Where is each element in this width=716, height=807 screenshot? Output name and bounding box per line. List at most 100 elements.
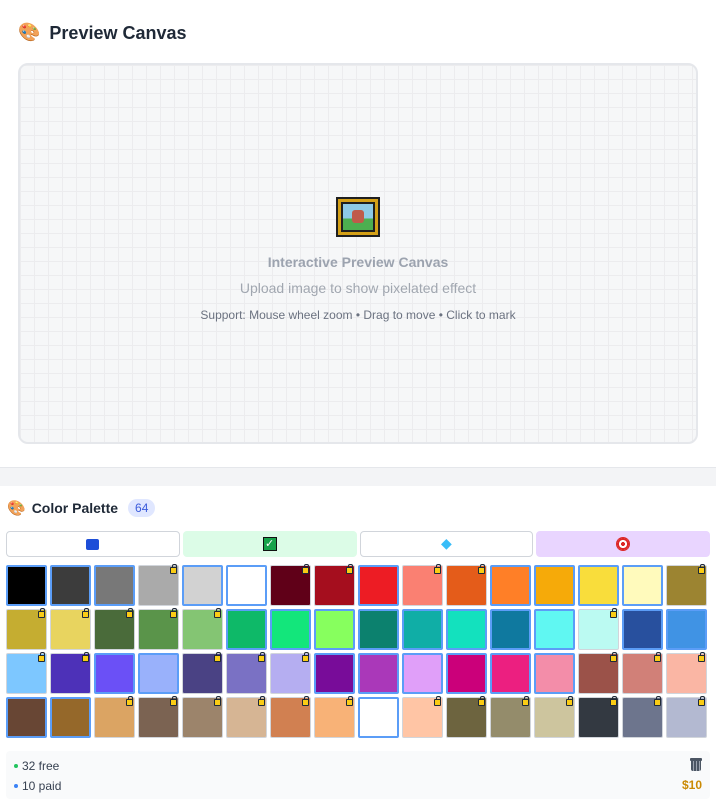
trash-icon[interactable] (690, 758, 702, 771)
paid-dot-icon (14, 784, 18, 788)
color-swatch[interactable] (226, 565, 267, 606)
color-swatch[interactable] (6, 608, 47, 650)
color-swatch[interactable] (226, 652, 267, 694)
gem-icon: ◆ (440, 536, 452, 552)
color-swatch[interactable] (578, 608, 619, 650)
tab-free[interactable] (6, 531, 180, 557)
color-swatch[interactable] (138, 653, 179, 694)
color-swatch[interactable] (622, 652, 663, 694)
lock-icon (82, 652, 89, 662)
color-swatch[interactable] (50, 652, 91, 694)
lock-icon (434, 696, 441, 706)
color-swatch[interactable] (402, 564, 443, 606)
preview-header: 🎨 Preview Canvas (18, 22, 187, 44)
color-swatch[interactable] (578, 565, 619, 606)
free-count-label: 32 free (22, 759, 60, 773)
palette-footer: 32 free 10 paid $10 (6, 751, 710, 799)
palette-header: 🎨 Color Palette 64 (7, 499, 156, 517)
lock-icon (214, 696, 221, 706)
color-swatch[interactable] (446, 653, 487, 694)
color-swatch[interactable] (534, 696, 575, 738)
tab-selected[interactable]: ✓ (182, 531, 357, 557)
color-swatch[interactable] (138, 564, 179, 606)
lock-icon (346, 696, 353, 706)
lock-icon (302, 652, 309, 662)
color-swatch[interactable] (50, 608, 91, 650)
lock-icon (346, 564, 353, 574)
preview-canvas[interactable]: Interactive Preview Canvas Upload image … (18, 63, 698, 444)
free-count: 32 free (14, 759, 59, 773)
color-swatch[interactable] (358, 697, 399, 738)
color-swatch[interactable] (402, 609, 443, 650)
paid-count-label: 10 paid (22, 779, 62, 793)
color-swatch[interactable] (402, 696, 443, 738)
color-swatch[interactable] (94, 696, 135, 738)
color-swatch[interactable] (94, 565, 135, 606)
color-swatch[interactable] (270, 564, 311, 606)
color-swatch[interactable] (666, 696, 707, 738)
color-swatch[interactable] (666, 609, 707, 650)
color-swatch[interactable] (622, 696, 663, 738)
color-swatch[interactable] (270, 609, 311, 650)
palette-filter-tabs: ✓ ◆ (6, 531, 710, 557)
color-swatch[interactable] (182, 652, 223, 694)
palette-emoji-icon: 🎨 (7, 499, 26, 517)
color-swatch[interactable] (182, 608, 223, 650)
color-swatch[interactable] (490, 696, 531, 738)
canvas-empty-state: Interactive Preview Canvas Upload image … (20, 197, 696, 322)
color-swatch[interactable] (270, 696, 311, 738)
color-swatch[interactable] (578, 696, 619, 738)
color-swatch[interactable] (446, 696, 487, 738)
lock-icon (302, 696, 309, 706)
lock-icon (82, 608, 89, 618)
color-swatch[interactable] (666, 564, 707, 606)
lock-icon (302, 564, 309, 574)
color-swatch[interactable] (314, 609, 355, 650)
color-swatch[interactable] (50, 565, 91, 606)
color-swatch[interactable] (622, 565, 663, 606)
lock-icon (214, 608, 221, 618)
color-swatch[interactable] (666, 652, 707, 694)
lock-icon (126, 608, 133, 618)
total-price: $10 (681, 778, 702, 792)
color-palette-panel: 🎨 Color Palette 64 ✓ ◆ 32 free 10 paid $… (0, 486, 716, 807)
color-swatch[interactable] (490, 565, 531, 606)
color-swatch[interactable] (94, 608, 135, 650)
color-swatch[interactable] (226, 609, 267, 650)
color-swatch[interactable] (622, 609, 663, 650)
color-swatch[interactable] (446, 564, 487, 606)
color-swatch[interactable] (578, 652, 619, 694)
color-swatch[interactable] (6, 652, 47, 694)
color-swatch[interactable] (94, 653, 135, 694)
color-swatch[interactable] (138, 696, 179, 738)
color-swatch[interactable] (446, 609, 487, 650)
color-swatch[interactable] (182, 696, 223, 738)
color-swatch[interactable] (490, 653, 531, 694)
color-swatch[interactable] (490, 609, 531, 650)
color-swatch[interactable] (182, 565, 223, 606)
framed-picture-icon (336, 197, 380, 237)
lock-icon (566, 696, 573, 706)
palette-title: Color Palette (31, 500, 119, 516)
lock-icon (258, 696, 265, 706)
color-swatch[interactable] (226, 696, 267, 738)
color-swatch[interactable] (314, 564, 355, 606)
color-swatch[interactable] (402, 653, 443, 694)
color-swatch[interactable] (6, 565, 47, 606)
tab-premium[interactable]: ◆ (359, 531, 534, 557)
color-swatch[interactable] (534, 565, 575, 606)
color-swatch[interactable] (50, 697, 91, 738)
color-swatch[interactable] (6, 697, 47, 738)
lock-icon (258, 652, 265, 662)
color-swatch[interactable] (534, 609, 575, 650)
color-swatch[interactable] (138, 608, 179, 650)
color-swatch[interactable] (358, 653, 399, 694)
color-swatch[interactable] (534, 653, 575, 694)
color-swatch[interactable] (314, 696, 355, 738)
color-swatch[interactable] (314, 653, 355, 694)
color-swatch[interactable] (270, 652, 311, 694)
tab-target[interactable] (536, 531, 710, 557)
color-swatch[interactable] (358, 565, 399, 606)
color-swatch[interactable] (358, 609, 399, 650)
preview-title: Preview Canvas (49, 22, 187, 43)
